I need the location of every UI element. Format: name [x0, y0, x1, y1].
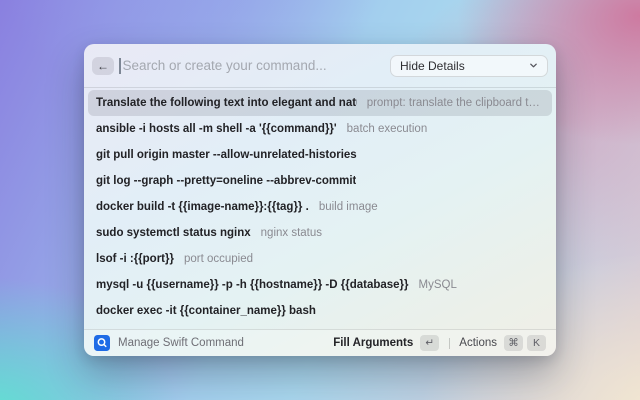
actions-menu-button[interactable]: Actions [459, 337, 497, 349]
chevron-down-icon [529, 61, 538, 70]
command-key-icon[interactable]: ⌘ [504, 335, 523, 351]
command-subtitle: prompt: translate the clipboard text int… [367, 97, 544, 109]
search-header: ← Hide Details [84, 44, 556, 88]
command-subtitle: nginx status [261, 227, 322, 239]
details-dropdown-label: Hide Details [400, 59, 465, 73]
command-title: git log --graph --pretty=oneline --abbre… [96, 175, 356, 187]
command-row-mysql[interactable]: mysql -u {{username}} -p -h {{hostname}}… [88, 272, 552, 298]
command-title: Translate the following text into elegan… [96, 97, 357, 109]
action-bar: Manage Swift Command Fill Arguments ↵ Ac… [84, 329, 556, 356]
command-subtitle: MySQL [419, 279, 457, 291]
footer-divider [449, 338, 450, 349]
details-dropdown[interactable]: Hide Details [390, 55, 548, 77]
command-subtitle: port occupied [184, 253, 253, 265]
command-subtitle: build image [319, 201, 378, 213]
command-list: Translate the following text into elegan… [84, 88, 556, 329]
command-row-lsof[interactable]: lsof -i :{{port}} port occupied [88, 246, 552, 272]
command-row-systemctl-nginx[interactable]: sudo systemctl status nginx nginx status [88, 220, 552, 246]
command-row-ansible[interactable]: ansible -i hosts all -m shell -a '{{comm… [88, 116, 552, 142]
command-title: mysql -u {{username}} -p -h {{hostname}}… [96, 279, 409, 291]
command-title: docker exec -it {{container_name}} bash [96, 305, 316, 317]
command-subtitle: batch execution [347, 123, 428, 135]
command-row-git-pull[interactable]: git pull origin master --allow-unrelated… [88, 142, 552, 168]
k-key-icon[interactable]: K [527, 335, 546, 351]
fill-arguments-button[interactable]: Fill Arguments [333, 337, 413, 349]
command-row-translate[interactable]: Translate the following text into elegan… [88, 90, 552, 116]
return-key-icon[interactable]: ↵ [420, 335, 439, 351]
swift-command-app-icon[interactable] [94, 335, 110, 351]
app-name-label: Manage Swift Command [118, 337, 244, 349]
command-title: ansible -i hosts all -m shell -a '{{comm… [96, 123, 337, 135]
back-button[interactable]: ← [92, 57, 114, 75]
search-input[interactable] [121, 58, 391, 73]
command-row-docker-build[interactable]: docker build -t {{image-name}}:{{tag}} .… [88, 194, 552, 220]
command-title: sudo systemctl status nginx [96, 227, 251, 239]
command-title: docker build -t {{image-name}}:{{tag}} . [96, 201, 309, 213]
command-row-git-log[interactable]: git log --graph --pretty=oneline --abbre… [88, 168, 552, 194]
command-palette-window: ← Hide Details Translate the following t… [84, 44, 556, 356]
command-title: lsof -i :{{port}} [96, 253, 174, 265]
back-arrow-icon: ← [97, 60, 109, 72]
command-row-docker-exec[interactable]: docker exec -it {{container_name}} bash [88, 298, 552, 324]
command-title: git pull origin master --allow-unrelated… [96, 149, 357, 161]
